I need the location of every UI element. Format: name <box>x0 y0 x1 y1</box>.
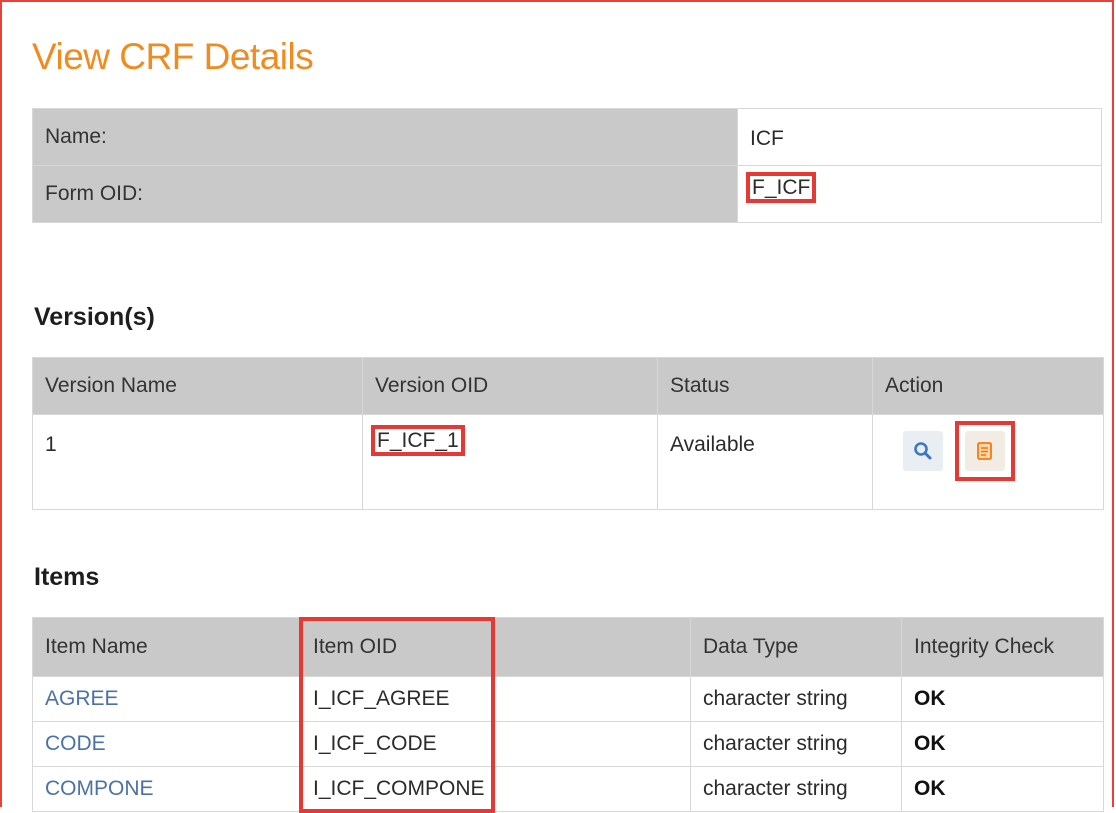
form-oid-cell: F_ICF <box>737 165 1102 223</box>
name-row: Name: ICF <box>32 108 1102 166</box>
form-oid-label: Form OID: <box>32 165 738 223</box>
highlighted-action <box>954 421 1015 481</box>
page-title: View CRF Details <box>32 36 314 77</box>
item-data-type: character string <box>690 721 902 767</box>
form-oid-value: F_ICF <box>745 172 817 203</box>
version-row: 1 F_ICF_1 Available <box>32 414 1104 510</box>
header-integrity-check: Integrity Check <box>901 617 1104 677</box>
item-integrity-check: OK <box>901 766 1104 812</box>
form-oid-row: Form OID: F_ICF <box>32 165 1102 223</box>
document-icon <box>976 442 992 460</box>
item-oid: I_ICF_CODE <box>300 721 691 767</box>
item-oid: I_ICF_COMPONE <box>300 766 691 812</box>
versions-table: Version Name Version OID Status Action 1… <box>32 357 1104 510</box>
print-button[interactable] <box>964 431 1005 471</box>
table-row: CODE I_ICF_CODE character string OK <box>32 721 1104 767</box>
item-data-type: character string <box>690 676 902 722</box>
version-actions <box>872 414 1104 510</box>
item-name-link[interactable]: COMPONE <box>32 766 301 812</box>
header-status: Status <box>657 357 873 415</box>
item-name-link[interactable]: AGREE <box>32 676 301 722</box>
magnifier-icon <box>914 442 932 460</box>
table-row: AGREE I_ICF_AGREE character string OK <box>32 676 1104 722</box>
name-value: ICF <box>737 108 1102 166</box>
name-label: Name: <box>32 108 738 166</box>
version-name: 1 <box>32 414 363 510</box>
versions-header-row: Version Name Version OID Status Action <box>32 357 1104 415</box>
version-status: Available <box>657 414 873 510</box>
item-name-link[interactable]: CODE <box>32 721 301 767</box>
header-version-name: Version Name <box>32 357 363 415</box>
header-version-oid: Version OID <box>362 357 658 415</box>
table-row: COMPONE I_ICF_COMPONE character string O… <box>32 766 1104 812</box>
view-button[interactable] <box>903 431 943 471</box>
items-heading: Items <box>34 563 100 591</box>
version-oid-cell: F_ICF_1 <box>362 414 658 510</box>
header-action: Action <box>872 357 1104 415</box>
item-data-type: character string <box>690 766 902 812</box>
item-oid: I_ICF_AGREE <box>300 676 691 722</box>
version-oid: F_ICF_1 <box>371 425 465 456</box>
crf-details-table: Name: ICF Form OID: F_ICF <box>32 108 1102 223</box>
header-item-name: Item Name <box>32 617 301 677</box>
versions-heading: Version(s) <box>34 303 155 331</box>
items-header-row: Item Name Item OID Data Type Integrity C… <box>32 617 1104 677</box>
item-integrity-check: OK <box>901 676 1104 722</box>
header-data-type: Data Type <box>690 617 902 677</box>
header-item-oid: Item OID <box>300 617 691 677</box>
item-integrity-check: OK <box>901 721 1104 767</box>
items-table: Item Name Item OID Data Type Integrity C… <box>32 617 1104 812</box>
